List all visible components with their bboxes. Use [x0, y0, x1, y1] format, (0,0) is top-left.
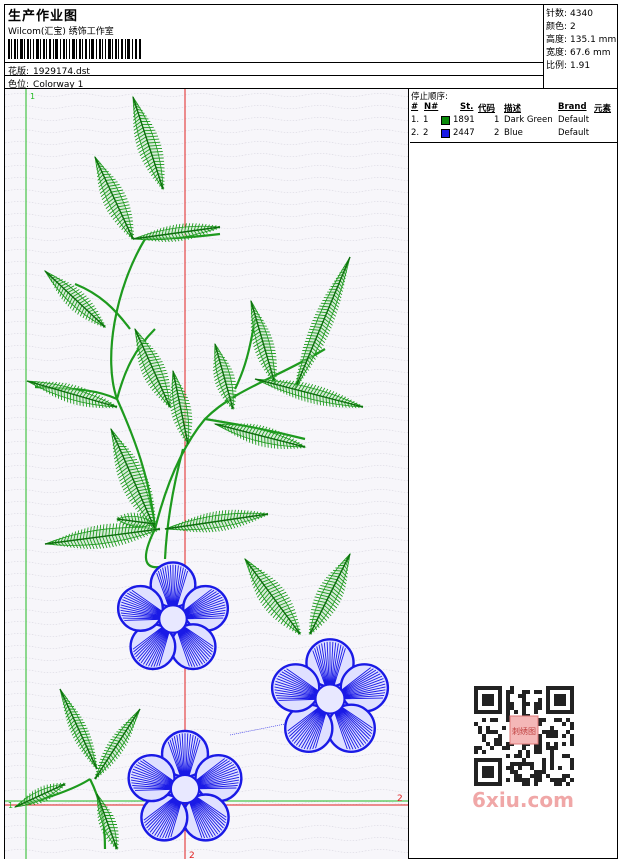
stop-sequence-panel: 停止顺序: # N# St. 代码 描述 Brand 元素 1. 1 1891 …: [410, 89, 617, 143]
stats-panel: 针数: 4340 颜色: 2 高度: 135.1 mm 宽度: 67.6 mm 比例: 1…: [543, 5, 617, 89]
stat-label: 比例:: [546, 61, 568, 71]
stat-value: 135.1 mm: [570, 35, 617, 45]
row-num: 2.: [411, 128, 420, 138]
stat-stitches: 针数: 4340: [546, 6, 593, 19]
stat-width: 宽度: 67.6 mm: [546, 45, 610, 58]
col-header-desc: 描述: [504, 104, 522, 114]
header-left: 生产作业图 Wilcom(汇宝) 绣饰工作室 花版: 1929174.dst 色…: [5, 5, 543, 90]
marker-top: 1: [30, 92, 35, 101]
row-num: 1.: [411, 115, 420, 125]
stop-row[interactable]: 2. 2 2447 2 Blue Default: [410, 128, 617, 141]
stat-value: 67.6 mm: [570, 48, 611, 58]
col-header-n: N#: [424, 102, 439, 112]
col-header-num: #: [411, 102, 419, 112]
seal-text: 刺绣图: [512, 726, 536, 736]
color-swatch-icon: [441, 129, 450, 138]
row-code: 2: [494, 128, 500, 138]
color-swatch-icon: [441, 116, 450, 125]
row-needle: 1: [423, 115, 429, 125]
stat-value: 2: [570, 22, 576, 32]
col-header-element: 元素: [594, 104, 612, 114]
row-code: 1: [494, 115, 500, 125]
marker-left: 1: [8, 801, 13, 810]
sheet-title: 生产作业图: [8, 9, 79, 24]
stat-label: 针数:: [546, 9, 568, 19]
stat-label: 颜色:: [546, 22, 568, 32]
sheet-header: 生产作业图 Wilcom(汇宝) 绣饰工作室 花版: 1929174.dst 色…: [5, 5, 617, 90]
row-desc: Blue: [504, 128, 523, 138]
barcode-icon: [8, 39, 141, 59]
company-name: Wilcom(汇宝) 绣饰工作室: [8, 27, 114, 37]
stat-value: 1.91: [570, 61, 591, 71]
stat-label: 宽度:: [546, 48, 568, 58]
row-stitches: 1891: [453, 115, 475, 125]
stat-height: 高度: 135.1 mm: [546, 32, 616, 45]
design-canvas[interactable]: 1 1 2 2: [5, 89, 409, 859]
stat-label: 高度:: [546, 35, 568, 45]
col-header-stitches: St.: [460, 102, 474, 112]
stat-value: 4340: [570, 9, 593, 19]
embroidery-design: 1 1 2 2: [5, 89, 408, 859]
row-needle: 2: [423, 128, 429, 138]
stop-row[interactable]: 1. 1 1891 1 Dark Green Default: [410, 115, 617, 128]
col-header-brand: Brand: [558, 102, 587, 112]
col-header-code: 代码: [478, 104, 496, 114]
row-brand: Default: [558, 115, 590, 125]
stat-scale: 比例: 1.91: [546, 58, 590, 71]
watermark-logo-text: 6xiu.com: [472, 788, 574, 812]
marker-right: 2: [397, 794, 403, 804]
row-stitches: 2447: [453, 128, 475, 138]
header-divider: [5, 62, 543, 63]
row-desc: Dark Green: [504, 115, 553, 125]
header-divider: [5, 75, 543, 76]
stat-colors: 颜色: 2: [546, 19, 576, 32]
stop-sequence-title: 停止顺序:: [411, 92, 448, 102]
marker-bottom: 2: [189, 851, 195, 859]
row-brand: Default: [558, 128, 590, 138]
